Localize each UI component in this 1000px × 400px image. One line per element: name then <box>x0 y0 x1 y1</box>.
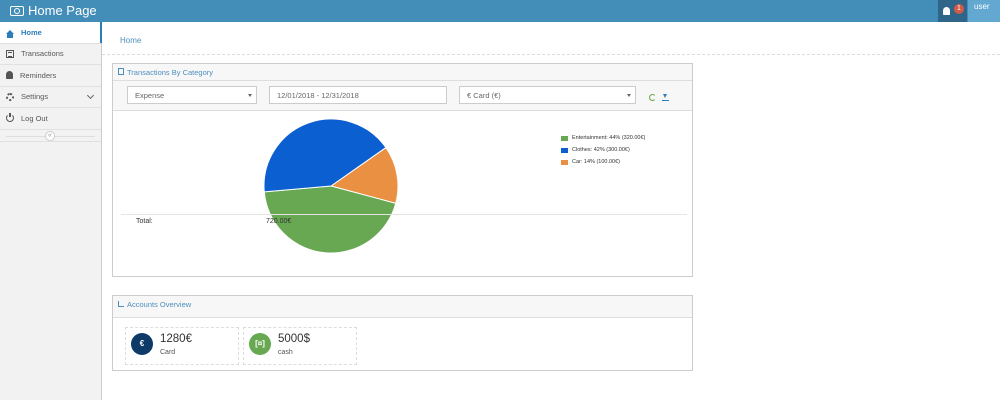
sidebar-item-reminders[interactable]: Reminders <box>0 65 101 87</box>
user-label: user <box>974 2 990 11</box>
power-icon <box>6 113 14 123</box>
date-range-input[interactable]: 12/01/2018 - 12/31/2018 <box>269 86 447 104</box>
account-name: cash <box>278 349 293 356</box>
money-icon <box>10 5 24 16</box>
caret-down-icon <box>627 94 631 97</box>
bar-chart-icon <box>118 301 124 307</box>
legend-item-entertainment[interactable]: Entertainment: 44% (320.00€) <box>561 132 645 144</box>
panel-header: Transactions By Category <box>113 64 692 81</box>
sidebar-item-label: Transactions <box>21 49 64 59</box>
chart-legend: Entertainment: 44% (320.00€) Clothes: 42… <box>561 132 645 168</box>
total-label: Total: <box>136 218 153 225</box>
breadcrumb-home[interactable]: Home <box>120 36 141 45</box>
legend-label: Car: 14% (100.00€) <box>572 159 620 165</box>
sidebar-item-transactions[interactable]: Transactions <box>0 44 101 65</box>
legend-swatch <box>561 147 568 153</box>
sidebar-item-settings[interactable]: Settings <box>0 87 101 108</box>
account-balance: 5000$ <box>278 333 310 345</box>
home-icon <box>6 30 14 39</box>
bell-icon <box>6 71 13 80</box>
account-card-cash[interactable]: [¤] 5000$ cash <box>243 327 357 365</box>
sidebar-item-label: Log Out <box>21 113 48 123</box>
sidebar-collapse-row: « <box>0 130 101 142</box>
transaction-type-select[interactable]: Expense <box>127 86 257 104</box>
brand[interactable]: Home Page <box>10 3 97 18</box>
sidebar: Home Transactions Reminders Settings Log… <box>0 22 102 400</box>
sidebar-item-logout[interactable]: Log Out <box>0 108 101 130</box>
euro-icon: € <box>131 333 153 355</box>
notification-badge: 1 <box>954 4 964 14</box>
list-icon <box>6 49 14 58</box>
account-name: Card <box>160 349 176 356</box>
account-select[interactable]: € Card (€) <box>459 86 636 104</box>
account-select-value: € Card (€) <box>467 91 501 100</box>
account-card-card[interactable]: € 1280€ Card <box>125 327 239 365</box>
transactions-by-category-panel: Transactions By Category Expense 12/01/2… <box>112 63 693 277</box>
legend-label: Clothes: 42% (300.00€) <box>572 147 630 153</box>
top-navbar: Home Page 1 user <box>0 0 1000 22</box>
gear-icon <box>6 92 14 101</box>
sidebar-item-label: Reminders <box>20 70 57 80</box>
refresh-icon[interactable] <box>649 94 656 101</box>
notifications-button[interactable]: 1 <box>938 0 967 22</box>
legend-swatch <box>561 135 568 141</box>
sidebar-item-label: Settings <box>21 92 49 102</box>
account-balance: 1280€ <box>160 333 192 345</box>
filter-bar: Expense 12/01/2018 - 12/31/2018 € Card (… <box>113 81 692 111</box>
legend-item-clothes[interactable]: Clothes: 42% (300.00€) <box>561 144 645 156</box>
legend-label: Entertainment: 44% (320.00€) <box>572 135 646 141</box>
app-title: Home Page <box>28 3 97 18</box>
sidebar-item-label: Home <box>21 27 42 37</box>
caret-down-icon <box>248 94 252 97</box>
collapse-sidebar-button[interactable]: « <box>45 130 55 141</box>
date-range-value: 12/01/2018 - 12/31/2018 <box>277 91 359 100</box>
chevron-down-icon <box>86 91 95 99</box>
total-value: 720.00€ <box>266 218 292 225</box>
bell-icon <box>943 7 950 15</box>
user-menu[interactable]: user <box>968 0 1000 22</box>
legend-item-car[interactable]: Car: 14% (100.00€) <box>561 156 645 168</box>
legend-swatch <box>561 159 568 165</box>
transaction-type-value: Expense <box>135 91 165 100</box>
panel-title: Accounts Overview <box>127 300 192 309</box>
total-row: Total: 720.00€ <box>121 214 687 227</box>
calculator-icon <box>118 68 124 75</box>
cash-icon: [¤] <box>249 333 271 355</box>
download-icon[interactable] <box>662 94 669 101</box>
accounts-overview-panel: Accounts Overview € 1280€ Card [¤] 5000$… <box>112 295 693 371</box>
sidebar-item-home[interactable]: Home <box>0 22 102 44</box>
panel-title: Transactions By Category <box>127 68 214 77</box>
panel-header: Accounts Overview <box>113 296 692 318</box>
breadcrumb: Home <box>102 22 1000 55</box>
